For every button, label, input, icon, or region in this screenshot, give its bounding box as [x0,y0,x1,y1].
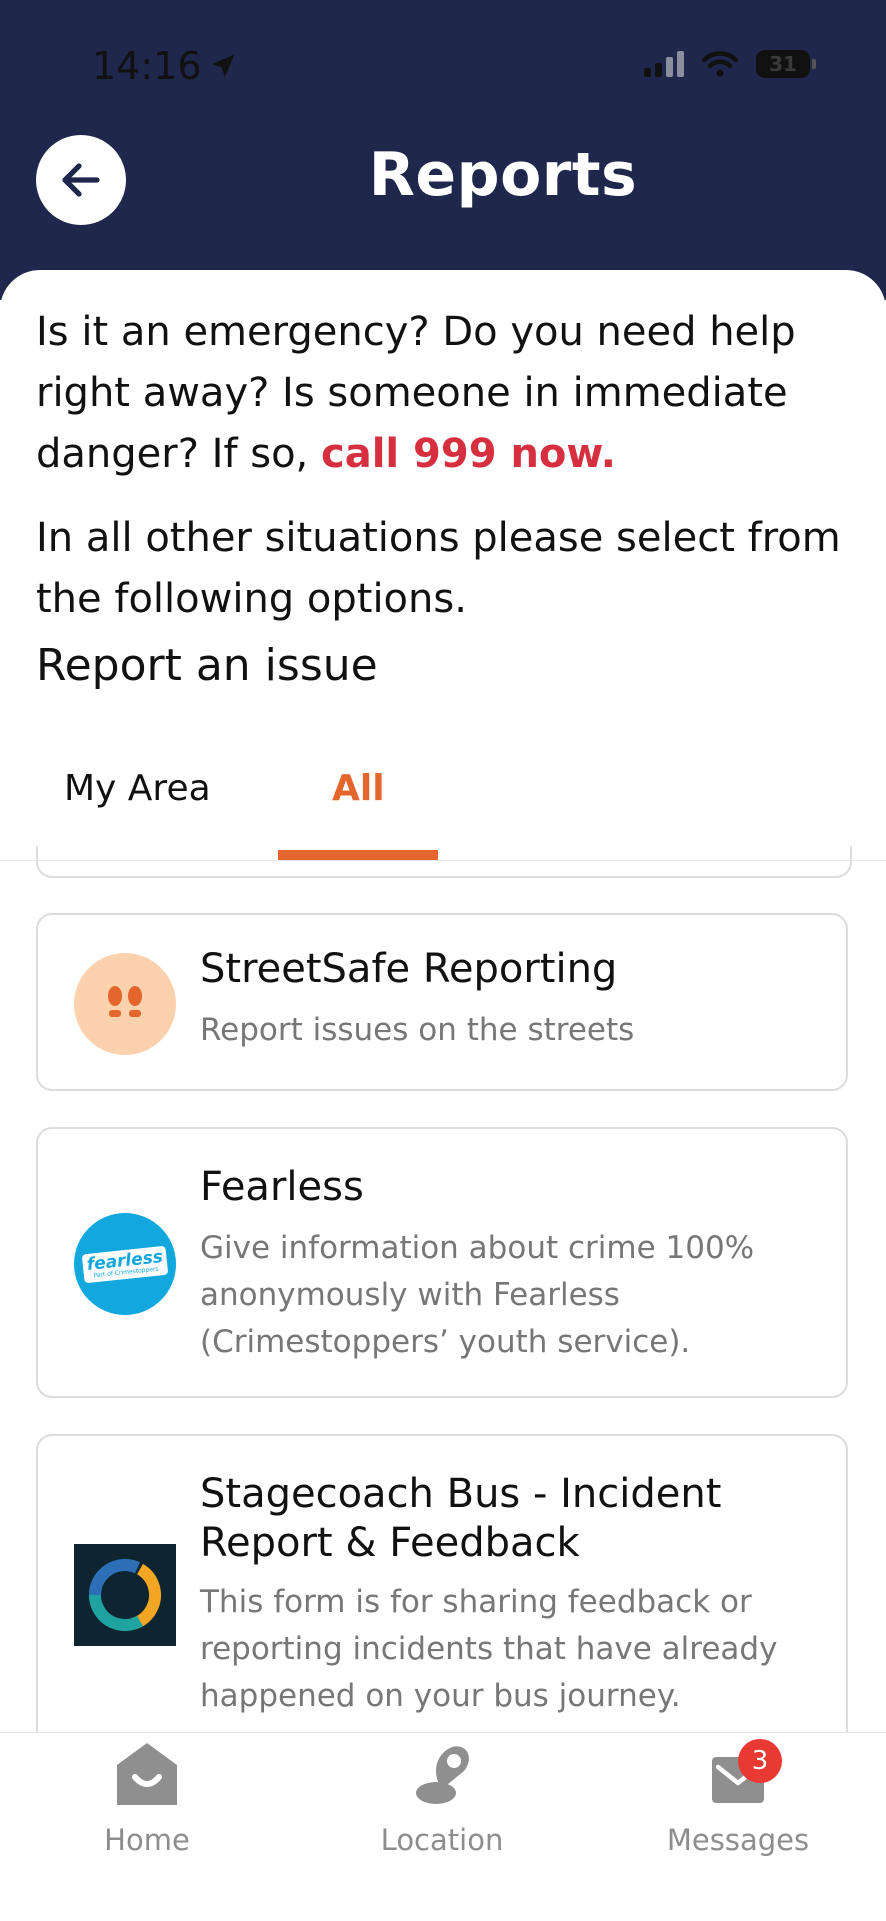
nav-label: Messages [666,1823,810,1857]
card-title: StreetSafe Reporting [200,946,618,992]
footprints-icon [74,953,176,1055]
card-streetsafe[interactable]: StreetSafe Reporting Report issues on th… [36,913,848,1091]
tab-bar: My Area All [0,740,886,861]
nav-messages[interactable]: 3 Messages [638,1733,838,1863]
card-partial [36,846,852,878]
location-arrow-icon [211,54,234,78]
section-title: Report an issue [36,640,378,691]
card-title: Fearless [200,1164,364,1210]
card-title: Stagecoach Bus - Incident Report & Feedb… [200,1471,722,1566]
card-stagecoach[interactable]: Stagecoach Bus - Incident Report & Feedb… [36,1434,848,1754]
card-fearless[interactable]: fearless Part of Crimestoppers Fearless … [36,1127,848,1398]
battery-level: 31 [769,52,797,76]
stagecoach-logo [74,1544,176,1646]
status-time-text: 14:16 [92,44,202,88]
nav-location[interactable]: Location [342,1733,542,1863]
nav-label: Location [380,1823,504,1857]
options-notice: In all other situations please select fr… [36,515,841,622]
emergency-notice: Is it an emergency? Do you need help rig… [36,302,856,485]
fearless-logo: fearless Part of Crimestoppers [74,1213,176,1315]
home-icon [117,1743,177,1805]
card-description: Report issues on the streets [200,1012,635,1048]
status-indicators: 31 [644,50,816,78]
status-time: 14:16 [92,44,238,88]
tab-all[interactable]: All [332,768,385,809]
location-icon [416,1746,469,1804]
call-999-link[interactable]: call 999 now. [321,431,616,477]
card-description: This form is for sharing feedback or rep… [200,1584,778,1714]
app-header: 14:16 31 Reports [0,0,886,300]
tab-my-area[interactable]: My Area [64,768,211,809]
messages-badge: 3 [738,1739,782,1783]
card-description: Give information about crime 100% anonym… [200,1230,755,1360]
battery-icon: 31 [756,50,816,78]
bottom-nav: Home Location 3 Messages [0,1732,886,1921]
nav-home[interactable]: Home [47,1733,247,1863]
wifi-icon [702,51,738,77]
page-title: Reports [368,140,638,210]
signal-icon [644,51,684,77]
nav-label: Home [104,1823,190,1857]
